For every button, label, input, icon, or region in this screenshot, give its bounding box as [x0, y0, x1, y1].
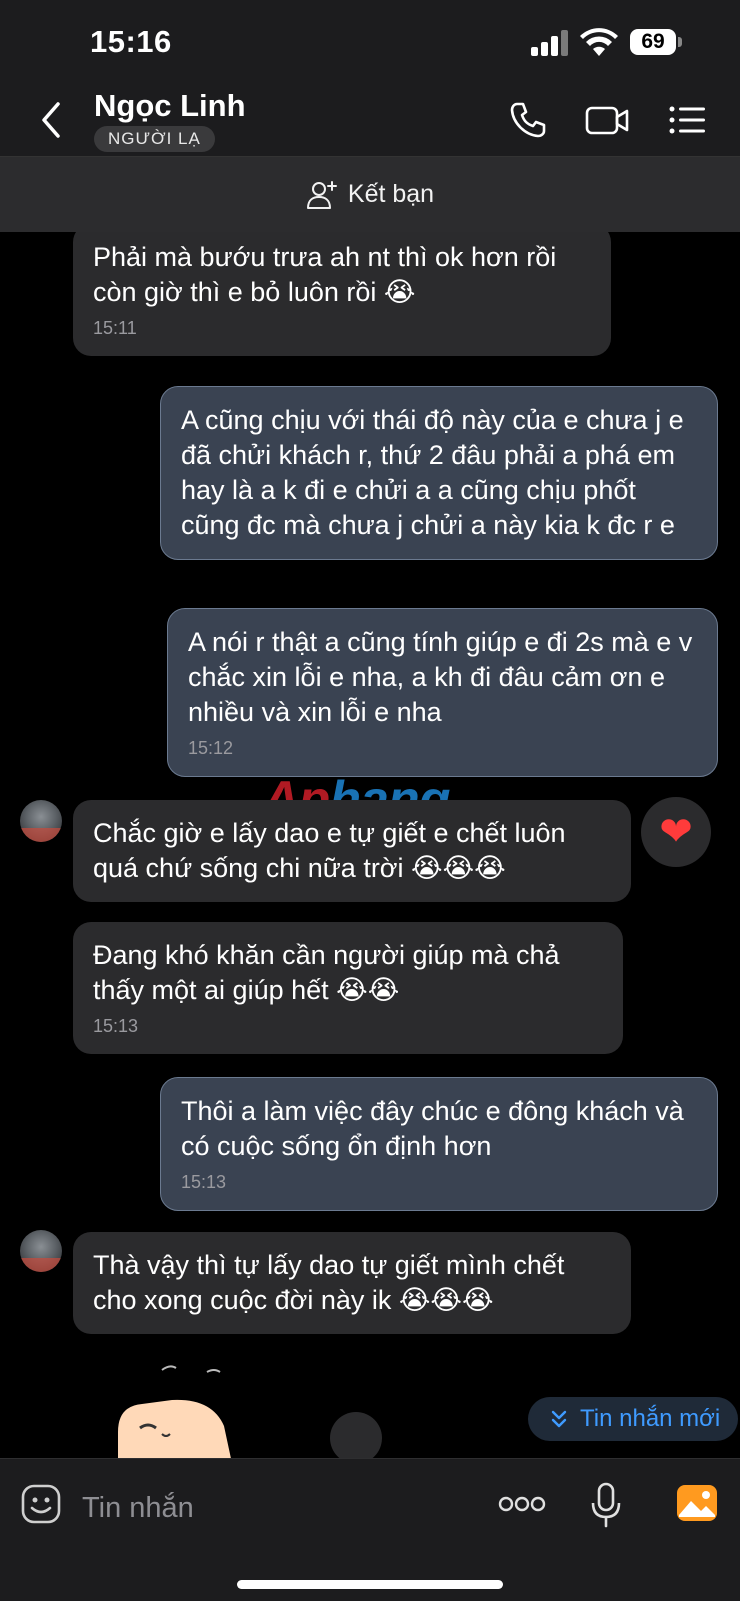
home-indicator [237, 1580, 503, 1589]
message-list[interactable]: Phải mà bướu trưa ah nt thì ok hơn rồi c… [0, 232, 740, 1458]
message-text: Thà vậy thì tự lấy dao tự giết mình chết… [93, 1250, 565, 1315]
message-text: Chắc giờ e lấy dao e tự giết e chết luôn… [93, 818, 566, 883]
cellular-signal-icon [531, 30, 571, 56]
message-bubble-incoming[interactable]: Thà vậy thì tự lấy dao tự giết mình chết… [73, 1232, 631, 1334]
message-bubble-incoming[interactable]: Phải mà bướu trưa ah nt thì ok hơn rồi c… [73, 232, 611, 356]
avatar[interactable] [20, 800, 62, 842]
message-bubble-incoming[interactable]: Đang khó khăn cần người giúp mà chả thấy… [73, 922, 623, 1054]
list-menu-icon[interactable] [668, 100, 708, 140]
add-user-icon [306, 180, 337, 209]
image-icon[interactable] [675, 1483, 719, 1523]
add-friend-bar[interactable]: Kết bạn [0, 157, 740, 232]
message-time: 15:13 [181, 1172, 227, 1192]
message-text: Đang khó khăn cần người giúp mà chả thấy… [93, 940, 560, 1005]
message-text: A cũng chịu với thái độ này của e chưa j… [181, 405, 684, 540]
new-messages-button[interactable]: Tin nhắn mới [528, 1397, 739, 1441]
message-time: 15:12 [188, 738, 234, 758]
chevron-left-icon[interactable] [36, 98, 66, 142]
contact-name[interactable]: Ngọc Linh [94, 88, 246, 124]
sticker-icon[interactable] [20, 1483, 62, 1525]
message-bubble-outgoing[interactable]: A cũng chịu với thái độ này của e chưa j… [160, 386, 718, 560]
microphone-icon[interactable] [590, 1481, 622, 1529]
wifi-icon [580, 28, 618, 56]
sticker-image[interactable] [112, 1362, 252, 1458]
message-input[interactable] [80, 1485, 464, 1531]
message-bubble-outgoing[interactable]: Thôi a làm việc đây chúc e đông khách và… [160, 1077, 718, 1211]
add-friend-label: Kết bạn [347, 180, 435, 208]
message-bubble-incoming[interactable]: Chắc giờ e lấy dao e tự giết e chết luôn… [73, 800, 631, 902]
more-dots-icon[interactable] [498, 1495, 546, 1513]
new-messages-label: Tin nhắn mới [580, 1405, 721, 1432]
message-text: A nói r thật a cũng tính giúp e đi 2s mà… [188, 627, 693, 727]
video-camera-icon[interactable] [584, 100, 630, 140]
battery-tip [678, 37, 682, 47]
scroll-down-button[interactable] [330, 1412, 382, 1458]
message-text: Phải mà bướu trưa ah nt thì ok hơn rồi c… [93, 242, 557, 307]
message-bubble-outgoing[interactable]: A nói r thật a cũng tính giúp e đi 2s mà… [167, 608, 718, 777]
status-time: 15:16 [90, 24, 172, 59]
avatar[interactable] [20, 1230, 62, 1272]
chat-header: Ngọc Linh NGƯỜI LẠ [0, 86, 740, 157]
stranger-badge: NGƯỜI LẠ [94, 126, 215, 152]
add-friend-button[interactable]: Kết bạn [306, 180, 434, 210]
heart-icon[interactable]: ❤ [641, 797, 711, 867]
message-time: 15:13 [93, 1016, 139, 1036]
battery-level: 69 [630, 29, 676, 55]
message-time: 15:11 [93, 318, 137, 338]
message-text: Thôi a làm việc đây chúc e đông khách và… [181, 1096, 684, 1161]
status-bar: 15:16 69 [0, 0, 740, 86]
phone-icon[interactable] [508, 100, 548, 140]
double-chevron-down-icon [551, 1410, 567, 1428]
